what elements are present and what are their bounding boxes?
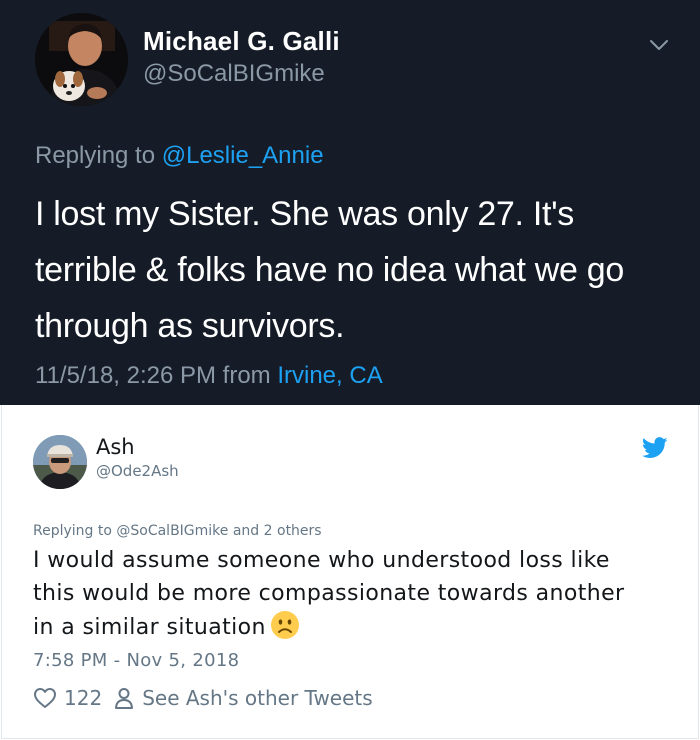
reply-tweet: Ash @Ode2Ash Replying to @SoCalBIGmike a… xyxy=(1,405,699,739)
tweet-text-line: I would assume someone who understood lo… xyxy=(33,548,610,573)
avatar[interactable] xyxy=(33,435,87,489)
tweet-actions: 122 See Ash's other Tweets xyxy=(33,683,373,713)
replying-to[interactable]: Replying to @SoCalBIGmike and 2 others xyxy=(33,523,322,539)
tweet-text-line-last: in a similar situation xyxy=(33,610,683,644)
author-handle[interactable]: @Ode2Ash xyxy=(96,462,179,480)
tweet-text-line: in a similar situation xyxy=(33,615,266,640)
see-other-tweets-link[interactable]: See Ash's other Tweets xyxy=(142,686,373,710)
author-name[interactable]: Ash xyxy=(96,435,135,459)
chevron-down-icon[interactable] xyxy=(648,34,670,56)
tweet-text-line: through as survivors. xyxy=(35,307,345,345)
replying-to: Replying to @Leslie_Annie xyxy=(35,142,324,170)
tweet-text-line: I lost my Sister. She was only 27. It's xyxy=(35,195,575,233)
twitter-bird-icon[interactable] xyxy=(642,437,668,459)
author-name[interactable]: Michael G. Galli xyxy=(143,26,340,57)
person-icon[interactable] xyxy=(112,686,136,710)
tweet-text-line: terrible & folks have no idea what we go xyxy=(35,251,625,289)
avatar[interactable] xyxy=(35,13,128,106)
tweet-text: I lost my Sister. She was only 27. It's … xyxy=(35,186,685,354)
replying-prefix: Replying to xyxy=(35,142,162,169)
tweet-text-line: this would be more compassionate towards… xyxy=(33,581,625,606)
tweet-meta: 11/5/18, 2:26 PM from Irvine, CA xyxy=(35,362,383,390)
tweet-text: I would assume someone who understood lo… xyxy=(33,544,683,644)
like-count[interactable]: 122 xyxy=(64,686,102,710)
timestamp: 11/5/18, 2:26 PM from xyxy=(35,362,278,389)
slightly-frowning-face-icon xyxy=(270,611,299,639)
original-tweet: Michael G. Galli @SoCalBIGmike Replying … xyxy=(0,0,700,405)
author-handle[interactable]: @SoCalBIGmike xyxy=(143,60,325,88)
timestamp[interactable]: 7:58 PM - Nov 5, 2018 xyxy=(33,650,239,671)
location-link[interactable]: Irvine, CA xyxy=(277,362,382,389)
replying-handle-link[interactable]: @Leslie_Annie xyxy=(162,142,324,169)
heart-icon[interactable] xyxy=(33,686,57,710)
